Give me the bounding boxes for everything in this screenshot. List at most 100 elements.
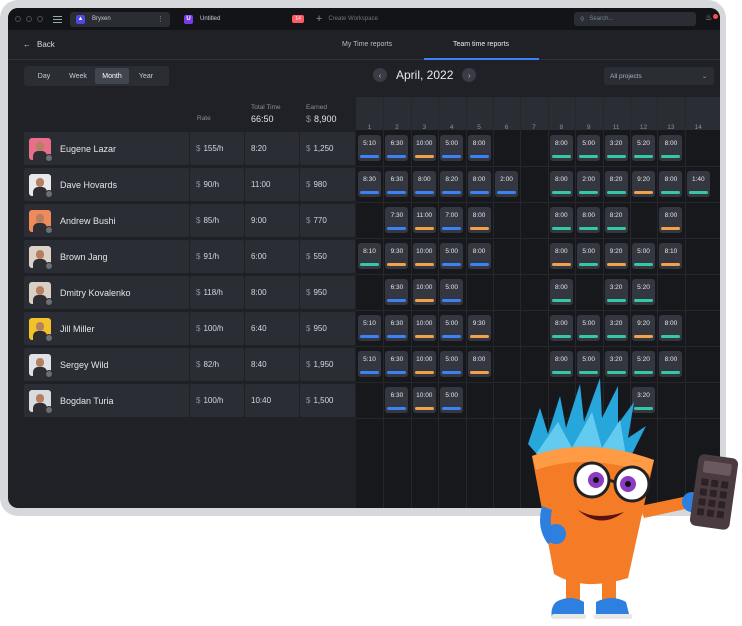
time-entry-chip[interactable]: 8:00 (549, 243, 573, 269)
time-entry-chip[interactable]: 10:00 (412, 351, 436, 377)
time-entry-chip[interactable]: 9:20 (632, 171, 655, 197)
time-entry-chip[interactable]: 5:00 (440, 135, 464, 161)
time-entry-chip[interactable]: 6:30 (385, 351, 409, 377)
time-entry-chip[interactable]: 1:40 (686, 171, 710, 197)
table-row[interactable]: Dave Hovards $90/h 11:00 $980 (24, 168, 356, 201)
tab-label: Bryxen (92, 16, 111, 22)
time-entry-chip[interactable]: 10:00 (412, 135, 436, 161)
period-week-button[interactable]: Week (61, 68, 95, 84)
time-entry-chip[interactable]: 8:00 (467, 243, 491, 269)
time-entry-chip[interactable]: 10:00 (412, 279, 436, 305)
time-entry-chip[interactable]: 8:00 (659, 135, 683, 161)
time-entry-chip[interactable]: 10:00 (412, 243, 436, 269)
time-entry-chip[interactable]: 11:00 (412, 207, 436, 233)
bell-icon[interactable]: ♨ (705, 13, 718, 23)
period-day-button[interactable]: Day (27, 68, 61, 84)
time-entry-chip[interactable]: 5:00 (632, 243, 655, 269)
rate-value: 100/h (203, 396, 224, 405)
time-entry-chip[interactable]: 8:00 (549, 279, 573, 305)
tab-untitled[interactable]: U Untitled (178, 12, 226, 27)
time-entry-chip[interactable]: 8:00 (577, 207, 601, 233)
time-entry-chip[interactable]: 3:20 (604, 135, 628, 161)
time-entry-chip[interactable]: 9:20 (604, 243, 628, 269)
plus-icon[interactable]: + (316, 13, 322, 25)
project-select-value: All projects (610, 72, 642, 80)
search-input[interactable]: ⚲ Search... (574, 12, 696, 26)
period-month-button[interactable]: Month (95, 68, 129, 84)
table-row[interactable]: Jill Miller $100/h 6:40 $950 (24, 312, 356, 345)
time-entry-chip[interactable]: 8:00 (467, 207, 491, 233)
time-entry-chip[interactable]: 8:30 (358, 171, 381, 197)
time-entry-chip[interactable]: 8:20 (604, 207, 628, 233)
time-entry-chip[interactable]: 5:20 (632, 135, 655, 161)
time-entry-chip[interactable]: 5:00 (577, 135, 601, 161)
menu-icon[interactable] (53, 15, 62, 23)
time-entry-chip[interactable]: 5:00 (577, 315, 601, 341)
time-entry-chip[interactable]: 5:10 (358, 135, 381, 161)
time-entry-chip[interactable]: 8:20 (440, 171, 464, 197)
time-entry-chip[interactable]: 8:00 (412, 171, 436, 197)
time-entry-chip[interactable]: 8:00 (549, 135, 573, 161)
tab-team-time-reports[interactable]: Team time reports (453, 41, 509, 48)
project-select[interactable]: All projects ⌄ (604, 67, 714, 85)
entry-color-bar (360, 191, 379, 194)
table-row[interactable]: Bogdan Turia $100/h 10:40 $1,500 (24, 384, 356, 417)
time-entry-chip[interactable]: 8:00 (467, 171, 491, 197)
time-entry-chip[interactable]: 6:30 (385, 171, 409, 197)
time-entry-chip[interactable]: 5:00 (440, 387, 464, 413)
time-entry-chip[interactable]: 8:00 (659, 315, 683, 341)
time-entry-chip[interactable]: 9:30 (385, 243, 409, 269)
create-workspace-link[interactable]: Create Workspace (328, 16, 378, 22)
window-controls[interactable] (15, 16, 43, 22)
table-row[interactable]: Sergey Wild $82/h 8:40 $1,950 (24, 348, 356, 381)
entry-color-bar (387, 191, 407, 194)
time-entry-chip[interactable]: 5:00 (577, 243, 601, 269)
time-entry-chip[interactable]: 5:10 (358, 315, 381, 341)
time-entry-chip[interactable]: 5:10 (358, 351, 381, 377)
time-entry-chip[interactable]: 10:00 (412, 315, 436, 341)
earned-value: 770 (313, 216, 327, 225)
chevron-left-icon[interactable]: ‹ (373, 68, 387, 82)
time-entry-chip[interactable]: 8:00 (659, 207, 683, 233)
entry-duration: 8:00 (417, 176, 431, 183)
tab-my-time-reports[interactable]: My Time reports (342, 41, 392, 48)
time-entry-chip[interactable]: 8:00 (467, 135, 491, 161)
time-entry-chip[interactable]: 8:00 (549, 171, 573, 197)
time-entry-chip[interactable]: 2:00 (495, 171, 518, 197)
time-entry-chip[interactable]: 8:00 (467, 351, 491, 377)
time-entry-chip[interactable]: 5:00 (440, 315, 464, 341)
time-entry-chip[interactable]: 5:00 (440, 351, 464, 377)
tab-bryxen[interactable]: ▲ Bryxen ⋮ (70, 11, 170, 27)
time-entry-chip[interactable]: 10:00 (412, 387, 436, 413)
time-entry-chip[interactable]: 8:10 (659, 243, 683, 269)
more-icon[interactable]: ⋮ (157, 15, 164, 23)
time-entry-chip[interactable]: 8:00 (549, 315, 573, 341)
table-row[interactable]: Andrew Bushi $85/h 9:00 $770 (24, 204, 356, 237)
table-row[interactable]: Brown Jang $91/h 6:00 $550 (24, 240, 356, 273)
time-entry-chip[interactable]: 9:20 (632, 315, 655, 341)
time-entry-chip[interactable]: 3:20 (604, 279, 628, 305)
chevron-right-icon[interactable]: › (462, 68, 477, 82)
time-entry-chip[interactable]: 5:00 (440, 243, 464, 269)
time-entry-chip[interactable]: 9:30 (467, 315, 491, 341)
time-entry-chip[interactable]: 2:00 (577, 171, 601, 197)
time-entry-chip[interactable]: 5:00 (440, 279, 464, 305)
time-entry-chip[interactable]: 6:30 (385, 315, 409, 341)
time-entry-chip[interactable]: 8:10 (358, 243, 381, 269)
time-entry-chip[interactable]: 7:00 (440, 207, 464, 233)
time-entry-chip[interactable]: 7:30 (385, 207, 409, 233)
rate-cell: $100/h (190, 384, 244, 417)
time-entry-chip[interactable]: 8:00 (659, 171, 683, 197)
time-entry-chip[interactable]: 6:30 (385, 279, 409, 305)
time-entry-chip[interactable]: 6:30 (385, 135, 409, 161)
time-entry-chip[interactable]: 8:00 (549, 207, 573, 233)
table-row[interactable]: Eugene Lazar $155/h 8:20 $1,250 (24, 132, 356, 165)
time-entry-chip[interactable]: 6:30 (385, 387, 409, 413)
time-entry-chip[interactable]: 3:20 (604, 315, 628, 341)
table-row[interactable]: Dmitry Kovalenko $118/h 8:00 $950 (24, 276, 356, 309)
time-entry-chip[interactable]: 8:20 (604, 171, 628, 197)
time-entry-chip[interactable]: 5:20 (632, 279, 655, 305)
entry-duration: 8:00 (664, 320, 678, 327)
back-button[interactable]: ← Back (23, 40, 55, 49)
period-year-button[interactable]: Year (129, 68, 163, 84)
